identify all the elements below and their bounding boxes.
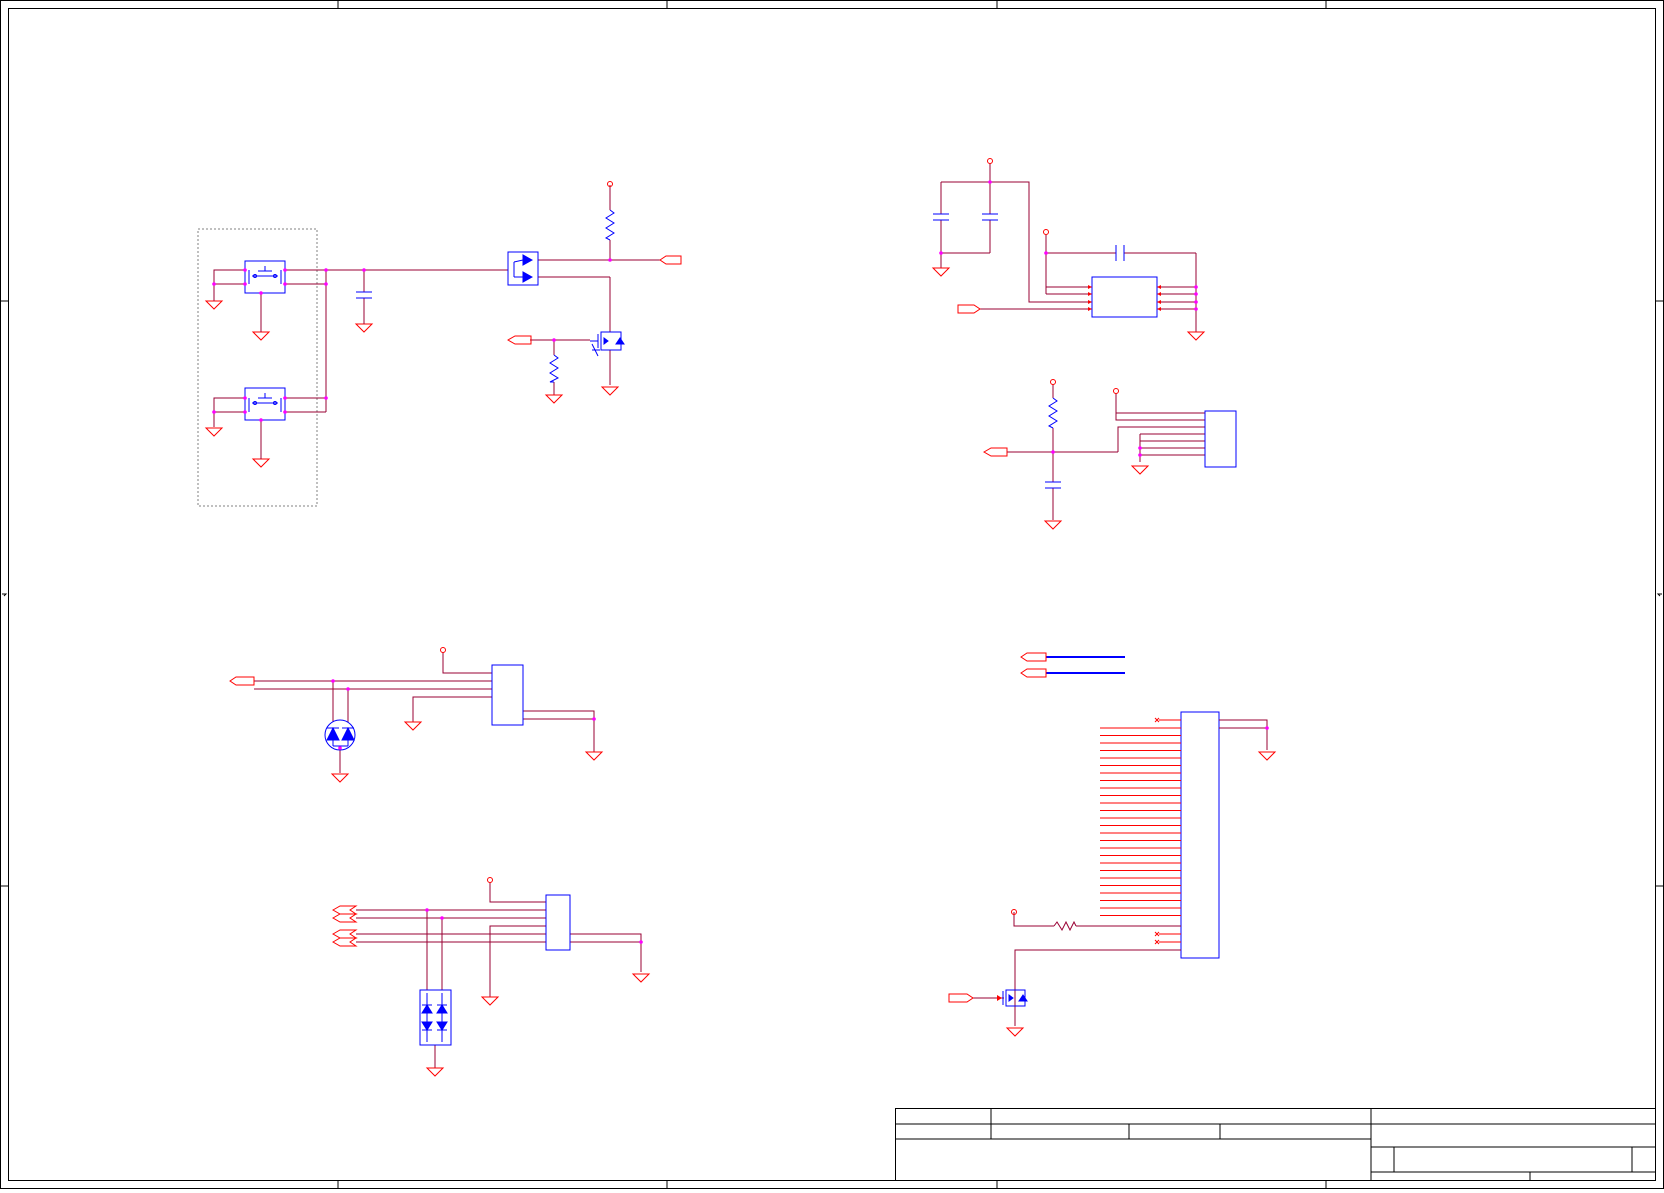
connector-6-pin — [1204, 410, 1237, 468]
ground-icon — [544, 394, 564, 404]
diode-icon — [522, 254, 534, 266]
switch-group-box — [197, 228, 318, 507]
ground-icon — [1005, 1027, 1025, 1037]
fpc-connector — [1180, 711, 1220, 959]
ic-block-top-right — [931, 158, 1206, 341]
dual-diode — [507, 251, 539, 286]
wires — [1007, 384, 1205, 520]
offpage-connector-icon — [982, 447, 1008, 457]
ground-icon — [425, 1067, 445, 1077]
schematic-canvas — [0, 0, 1664, 1189]
offpage-connector-icon — [331, 913, 358, 923]
ground-icon — [1186, 331, 1206, 341]
offpage-connector-icon — [948, 993, 974, 1003]
ground-icon — [204, 427, 224, 437]
ground-icon — [251, 458, 271, 468]
capacitor-icon — [982, 213, 998, 221]
sheet-frame — [0, 0, 1664, 1189]
schematic-sheet — [0, 0, 1664, 1189]
connector-block-mid-right — [982, 379, 1237, 530]
wires — [356, 882, 642, 1068]
ground-icon — [1130, 465, 1150, 475]
ground-icon — [403, 721, 423, 731]
switch-2 — [244, 387, 286, 421]
ground-icon — [204, 300, 224, 310]
diode-icon — [326, 726, 340, 741]
quad-tvs-array — [419, 989, 452, 1046]
capacitor-icon — [1045, 481, 1061, 489]
power-port-icon — [440, 647, 446, 653]
power-port-icon — [487, 877, 493, 883]
ground-icon — [1043, 520, 1063, 530]
tvs-block-2 — [331, 877, 651, 1077]
junctions — [1265, 726, 1269, 730]
offpage-connector-icon — [506, 335, 532, 345]
offpage-connector-icon — [331, 937, 358, 947]
connector-5-pin — [491, 664, 524, 726]
tact-switch-block — [197, 181, 682, 507]
ground-icon — [251, 331, 271, 341]
pin-arrows — [1088, 285, 1161, 311]
offpage-connector-icon — [331, 929, 358, 939]
power-port-icon — [1113, 388, 1119, 394]
ground-icon — [600, 386, 620, 396]
ground-icon — [631, 973, 651, 983]
ground-symbols — [204, 300, 620, 468]
resistor-icon — [1053, 920, 1077, 932]
power-port-icon — [1050, 379, 1056, 385]
offpage-connector-icon — [957, 304, 981, 314]
offpage-connectors — [331, 905, 358, 947]
offpage-connector-icon — [1020, 668, 1047, 678]
diode-icon — [341, 726, 355, 741]
wires — [254, 652, 595, 773]
ground-icon — [1257, 751, 1277, 761]
fpc-pin-lines — [1100, 719, 1181, 943]
fpc-connector-block — [948, 652, 1277, 1037]
ground-icon — [354, 323, 374, 333]
capacitor-icon — [933, 213, 949, 221]
ground-icon — [584, 751, 604, 761]
title-block — [895, 1108, 1656, 1181]
ground-icon — [330, 773, 350, 783]
resistor-icon — [1047, 397, 1058, 429]
ground-icon — [480, 996, 500, 1006]
offpage-connector-icon — [229, 676, 255, 686]
capacitor-icon — [1115, 245, 1125, 261]
resistor-icon — [549, 354, 560, 383]
capacitor-icon — [356, 291, 372, 299]
junctions — [939, 180, 1198, 311]
power-port-icon — [1043, 229, 1049, 235]
offpage-connector-icon — [331, 905, 358, 915]
no-connect-icon — [1154, 717, 1160, 945]
ic-8-pin — [1091, 276, 1158, 318]
diode-icon — [522, 271, 534, 283]
dual-tvs-diode — [324, 719, 356, 751]
mosfet-icon — [590, 331, 625, 357]
ground-icon — [931, 267, 951, 277]
junctions — [331, 679, 596, 750]
wires — [940, 163, 1197, 332]
power-port-icon — [987, 158, 993, 164]
offpage-connector-icon — [1020, 652, 1047, 662]
connector-6-pin — [545, 894, 571, 951]
resistor-icon — [604, 209, 615, 241]
tvs-block-1 — [229, 647, 604, 783]
offpage-connector-icon — [659, 255, 682, 265]
switch-1 — [244, 260, 286, 294]
